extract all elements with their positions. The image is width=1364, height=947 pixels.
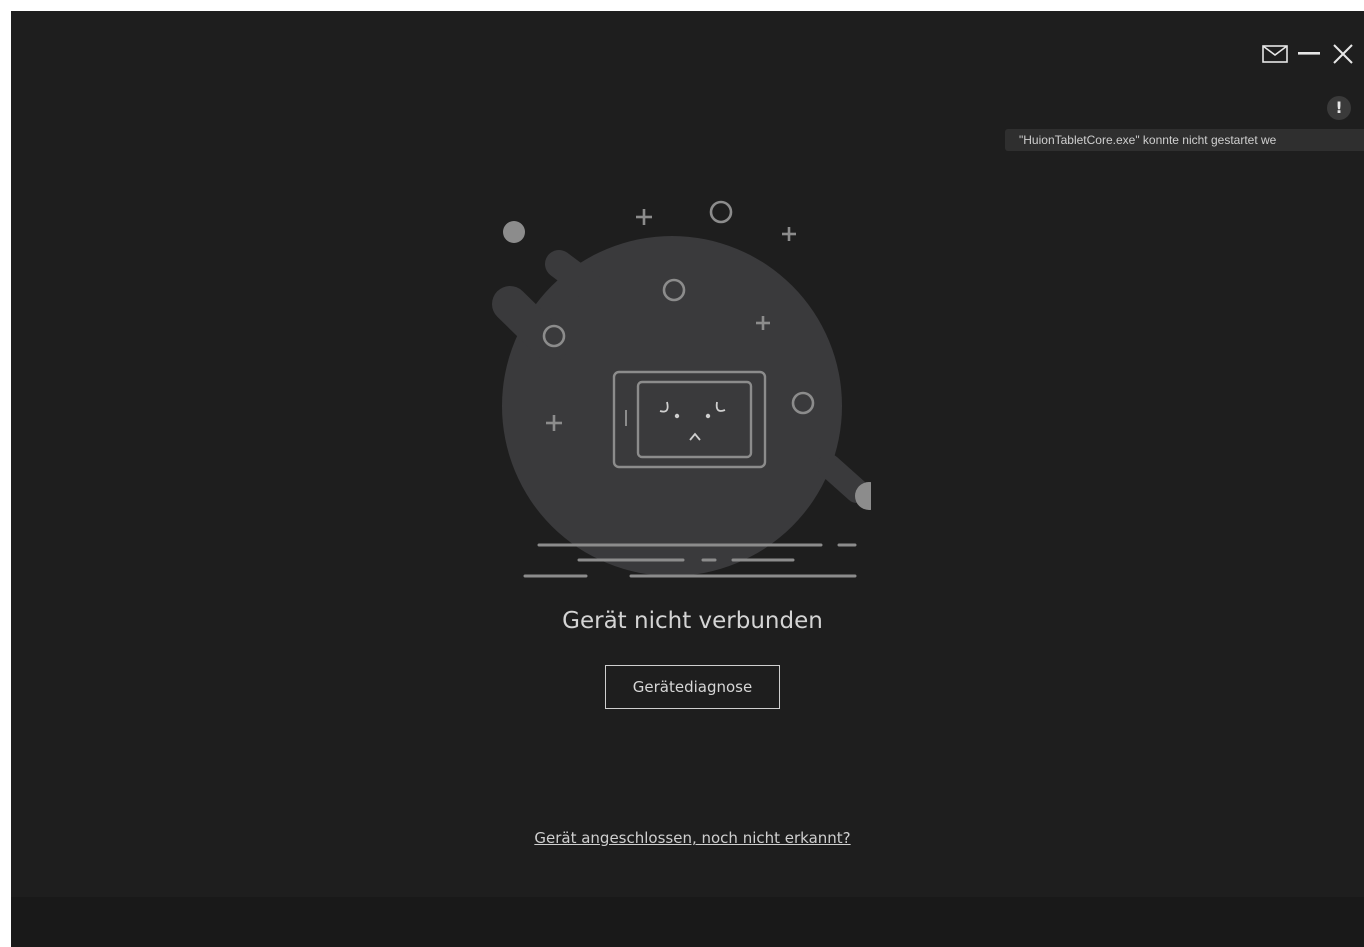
mail-icon[interactable] (1262, 41, 1288, 67)
warning-tooltip: "HuionTabletCore.exe" konnte nicht gesta… (1005, 129, 1364, 151)
window-controls (1262, 41, 1356, 67)
warning-icon[interactable]: ! (1327, 96, 1351, 120)
device-diagnose-button[interactable]: Gerätediagnose (605, 665, 780, 709)
close-icon[interactable] (1330, 41, 1356, 67)
tablet-disconnected-illustration (471, 196, 883, 596)
minimize-icon[interactable] (1296, 41, 1322, 67)
device-not-recognized-link[interactable]: Gerät angeschlossen, noch nicht erkannt? (11, 829, 1364, 847)
footer-bar (11, 897, 1364, 947)
status-title: Gerät nicht verbunden (562, 608, 823, 634)
app-window: ! "HuionTabletCore.exe" konnte nicht ges… (11, 11, 1364, 947)
